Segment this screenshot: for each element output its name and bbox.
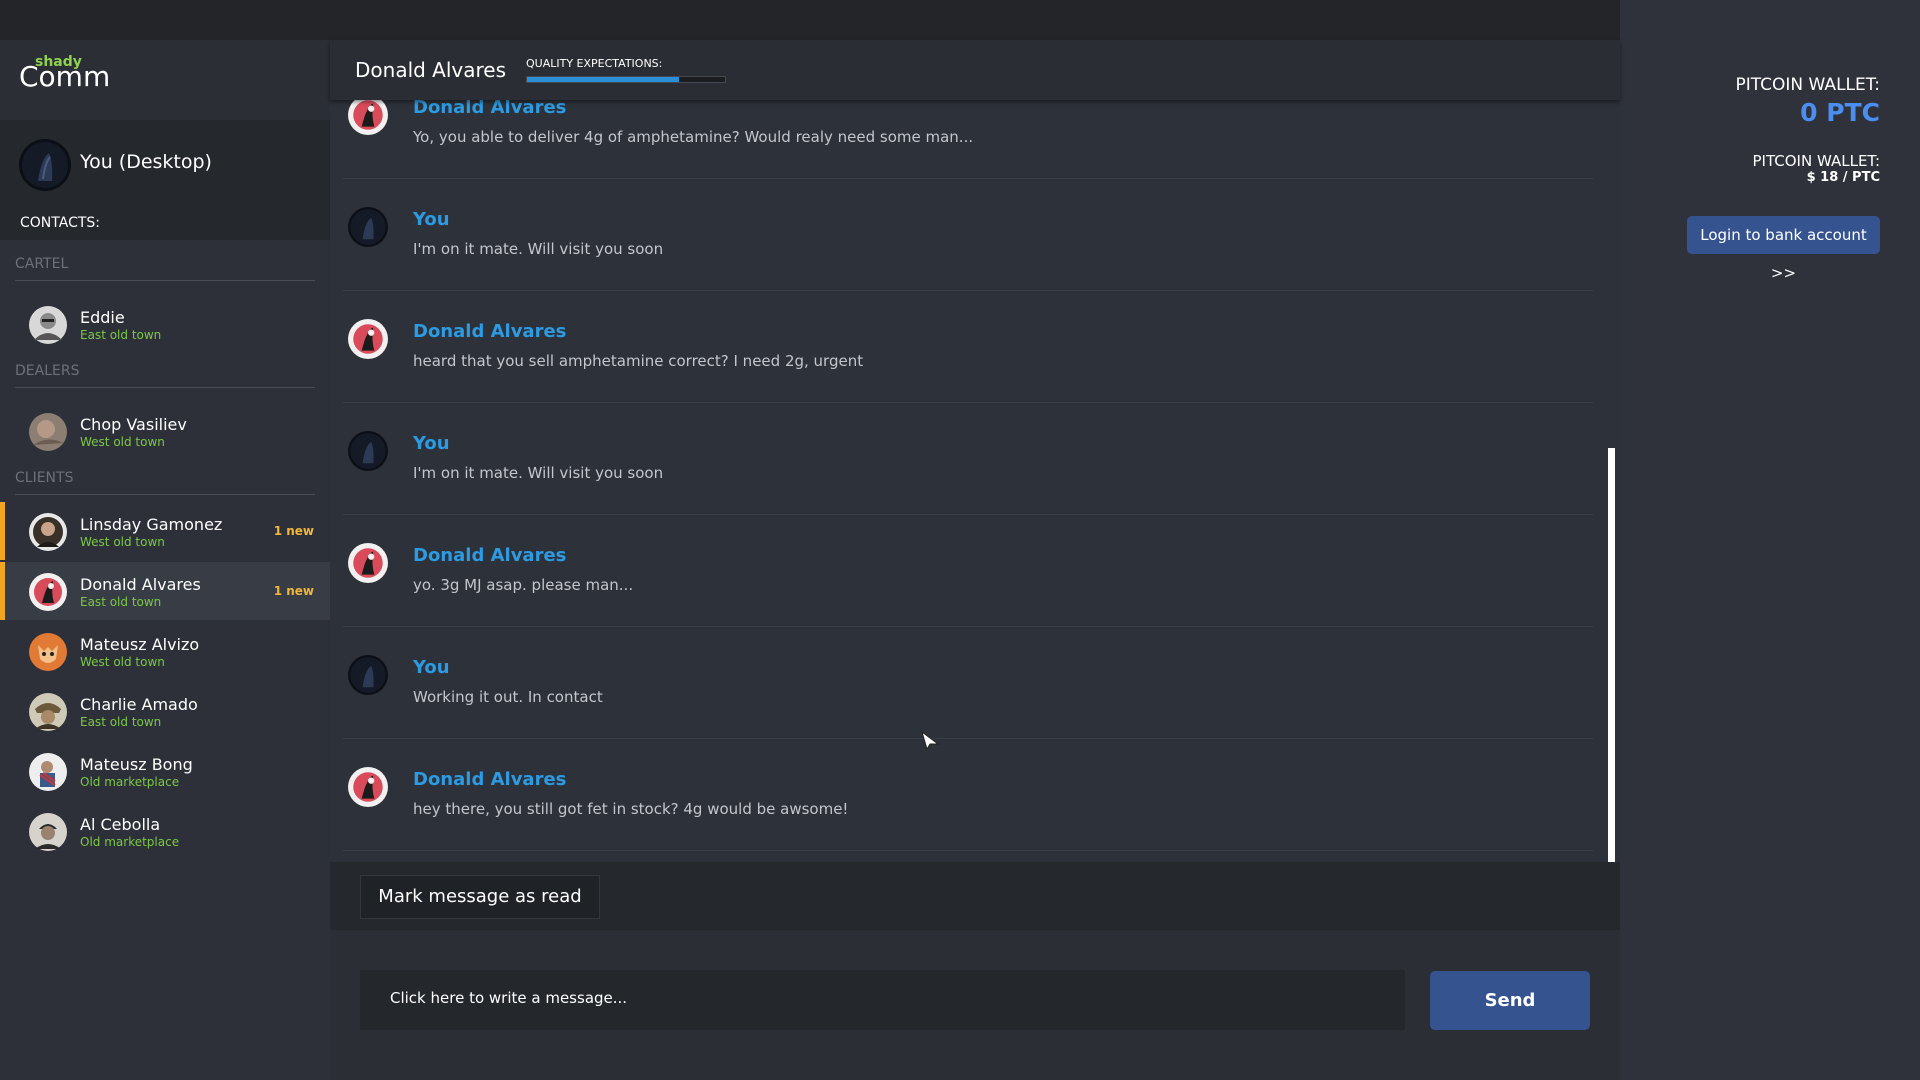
quality-expectations-fill	[527, 77, 680, 82]
send-button[interactable]: Send	[1430, 971, 1590, 1030]
contact-location: Old marketplace	[80, 775, 180, 789]
chat-header: Donald Alvares QUALITY EXPECTATIONS:	[330, 40, 1620, 100]
current-user: You (Desktop) CONTACTS:	[0, 120, 330, 240]
message: Donald Alvares heard that you sell amphe…	[343, 291, 1593, 403]
contact-chop-vasiliev[interactable]: Chop Vasiliev West old town	[0, 402, 330, 460]
wallet-rate: $ 18 / PTC	[1806, 170, 1880, 185]
group-label-dealers: DEALERS	[15, 363, 80, 379]
contact-name: Chop Vasiliev	[80, 415, 187, 434]
avatar	[348, 767, 388, 807]
group-label-clients: CLIENTS	[15, 470, 74, 486]
avatar	[29, 813, 67, 851]
contact-location: East old town	[80, 595, 162, 609]
avatar	[348, 431, 388, 471]
contact-mateusz-bong[interactable]: Mateusz Bong Old marketplace	[0, 742, 330, 800]
message-text: I'm on it mate. Will visit you soon	[413, 464, 664, 482]
contact-location: Old marketplace	[80, 835, 180, 849]
avatar	[348, 319, 388, 359]
contact-eddie[interactable]: Eddie East old town	[0, 295, 330, 353]
contact-mateusz-alvizo[interactable]: Mateusz Alvizo West old town	[0, 622, 330, 680]
avatar	[29, 306, 67, 344]
message-sender: Donald Alvares	[413, 100, 567, 118]
avatar	[29, 753, 67, 791]
avatar	[29, 633, 67, 671]
current-user-name: You (Desktop)	[80, 151, 212, 173]
contact-name: Donald Alvares	[80, 575, 201, 594]
quality-expectations-bar	[526, 76, 726, 83]
message-sender: You	[413, 433, 450, 454]
contact-location: West old town	[80, 435, 165, 449]
contact-name: Al Cebolla	[80, 815, 161, 834]
wallet-label: PITCOIN WALLET:	[1735, 75, 1880, 95]
message-text: Yo, you able to deliver 4g of amphetamin…	[413, 128, 974, 146]
contact-name: Mateusz Alvizo	[80, 635, 200, 654]
avatar	[348, 207, 388, 247]
message-sender: You	[413, 209, 450, 230]
avatar	[348, 100, 388, 135]
contact-donald-alvares[interactable]: Donald Alvares East old town 1 new	[0, 562, 330, 620]
message: Donald Alvares yo. 3g MJ asap. please ma…	[343, 515, 1593, 627]
message: You I'm on it mate. Will visit you soon	[343, 403, 1593, 515]
avatar	[29, 693, 67, 731]
avatar	[29, 513, 67, 551]
message-sender: Donald Alvares	[413, 321, 567, 342]
group-label-cartel: CARTEL	[15, 256, 69, 272]
message-sender: Donald Alvares	[413, 769, 567, 790]
message-text: I'm on it mate. Will visit you soon	[413, 240, 664, 258]
action-bar: Mark message as read	[330, 862, 1620, 930]
contact-linsday-gamonez[interactable]: Linsday Gamonez West old town 1 new	[0, 502, 330, 560]
contact-location: West old town	[80, 655, 165, 669]
message-text: hey there, you still got fet in stock? 4…	[413, 800, 849, 818]
message: Donald Alvares Yo, you able to deliver 4…	[343, 100, 1593, 179]
wallet-panel: PITCOIN WALLET: 0 PTC PITCOIN WALLET: $ …	[1620, 0, 1920, 1080]
mark-as-read-button[interactable]: Mark message as read	[360, 875, 600, 919]
login-bank-button[interactable]: Login to bank account >>	[1687, 216, 1880, 282]
avatar	[348, 543, 388, 583]
app-logo: shady Comm	[0, 40, 330, 120]
new-message-badge: 1 new	[273, 524, 314, 538]
avatar	[29, 573, 67, 611]
scrollbar-thumb[interactable]	[1608, 448, 1615, 862]
contact-location: East old town	[80, 328, 162, 342]
avatar	[29, 413, 67, 451]
message-text: heard that you sell amphetamine correct?…	[413, 352, 864, 370]
divider	[15, 494, 315, 495]
contact-name: Linsday Gamonez	[80, 515, 223, 534]
logo-comm-text: Comm	[19, 60, 111, 93]
divider	[15, 280, 315, 281]
contact-name: Eddie	[80, 308, 125, 327]
unread-indicator	[0, 502, 5, 560]
chat-title: Donald Alvares	[355, 58, 507, 82]
new-message-badge: 1 new	[273, 584, 314, 598]
contact-location: West old town	[80, 535, 165, 549]
contacts-heading: CONTACTS:	[20, 215, 100, 231]
quality-expectations-label: QUALITY EXPECTATIONS:	[526, 57, 663, 70]
top-bar	[0, 0, 1620, 40]
contact-charlie-amado[interactable]: Charlie Amado East old town	[0, 682, 330, 740]
message-list[interactable]: Donald Alvares Yo, you able to deliver 4…	[330, 100, 1620, 862]
message: You I'm on it mate. Will visit you soon	[343, 179, 1593, 291]
sidebar: shady Comm You (Desktop) CONTACTS: CARTE…	[0, 40, 330, 1080]
message-sender: Donald Alvares	[413, 545, 567, 566]
message-text: Working it out. In contact	[413, 688, 603, 706]
mouse-cursor-icon	[920, 730, 940, 750]
contact-name: Mateusz Bong	[80, 755, 193, 774]
message-text: yo. 3g MJ asap. please man...	[413, 576, 634, 594]
message: You Working it out. In contact	[343, 627, 1593, 739]
avatar	[348, 655, 388, 695]
contact-al-cebolla[interactable]: Al Cebolla Old marketplace	[0, 802, 330, 860]
message: Donald Alvares hey there, you still got …	[343, 739, 1593, 851]
wallet-rate-label: PITCOIN WALLET:	[1752, 152, 1880, 170]
message-input[interactable]: Click here to write a message...	[360, 970, 1405, 1030]
contact-name: Charlie Amado	[80, 695, 198, 714]
divider	[15, 387, 315, 388]
avatar	[19, 139, 71, 191]
message-sender: You	[413, 657, 450, 678]
contact-location: East old town	[80, 715, 162, 729]
unread-indicator	[0, 562, 5, 620]
compose-area: Click here to write a message... Send	[330, 930, 1620, 1080]
wallet-balance: 0 PTC	[1800, 98, 1880, 127]
